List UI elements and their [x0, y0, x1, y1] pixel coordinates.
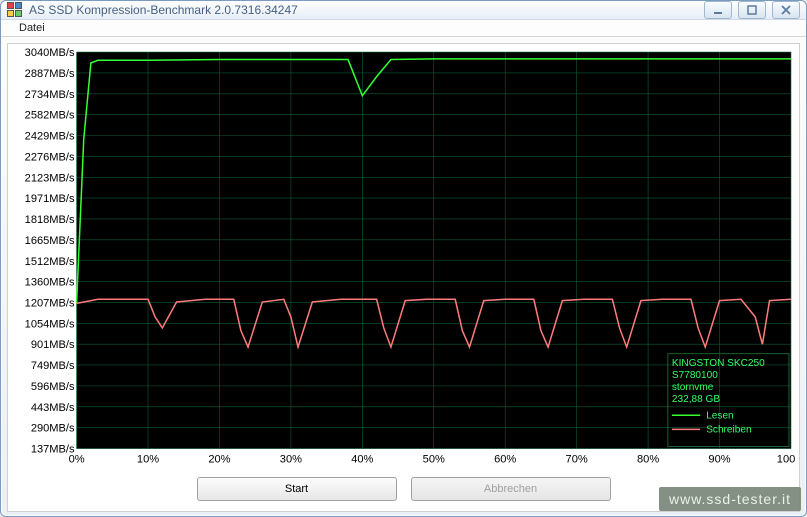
compression-chart: 3040MB/s 2887MB/s 2734MB/s 2582MB/s 2429MB/s…	[12, 48, 795, 467]
svg-text:2123MB/s: 2123MB/s	[25, 172, 75, 184]
svg-text:1360MB/s: 1360MB/s	[25, 277, 75, 289]
svg-text:0%: 0%	[69, 454, 85, 466]
svg-text:50%: 50%	[423, 454, 445, 466]
svg-text:stornvme: stornvme	[672, 382, 714, 393]
svg-text:80%: 80%	[637, 454, 659, 466]
svg-text:2734MB/s: 2734MB/s	[25, 89, 75, 101]
maximize-button[interactable]	[738, 1, 766, 19]
svg-text:2429MB/s: 2429MB/s	[25, 131, 75, 143]
svg-text:232,88 GB: 232,88 GB	[672, 394, 720, 405]
svg-text:40%: 40%	[351, 454, 373, 466]
svg-text:2276MB/s: 2276MB/s	[25, 151, 75, 163]
window-controls	[704, 1, 800, 19]
close-button[interactable]	[772, 1, 800, 19]
start-button[interactable]: Start	[197, 477, 397, 501]
svg-text:443MB/s: 443MB/s	[31, 402, 75, 414]
svg-text:1971MB/s: 1971MB/s	[25, 193, 75, 205]
svg-text:100%: 100%	[777, 454, 795, 466]
svg-text:30%: 30%	[280, 454, 302, 466]
svg-text:70%: 70%	[566, 454, 588, 466]
svg-text:1207MB/s: 1207MB/s	[25, 297, 75, 309]
svg-text:90%: 90%	[708, 454, 730, 466]
minimize-button[interactable]	[704, 1, 732, 19]
svg-text:596MB/s: 596MB/s	[31, 381, 75, 393]
app-window: AS SSD Kompression-Benchmark 2.0.7316.34…	[0, 0, 807, 517]
window-title: AS SSD Kompression-Benchmark 2.0.7316.34…	[29, 3, 704, 17]
menubar: Datei	[1, 20, 806, 37]
svg-text:749MB/s: 749MB/s	[31, 360, 75, 372]
svg-text:20%: 20%	[208, 454, 230, 466]
svg-text:1054MB/s: 1054MB/s	[25, 318, 75, 330]
svg-text:2582MB/s: 2582MB/s	[25, 110, 75, 122]
svg-text:1512MB/s: 1512MB/s	[25, 256, 75, 268]
svg-text:S7780100: S7780100	[672, 370, 718, 381]
svg-text:3040MB/s: 3040MB/s	[25, 48, 75, 59]
watermark: www.ssd-tester.it	[659, 487, 801, 511]
svg-text:KINGSTON SKC250: KINGSTON SKC250	[672, 358, 765, 369]
svg-text:Schreiben: Schreiben	[706, 424, 751, 435]
content-pane: 3040MB/s 2887MB/s 2734MB/s 2582MB/s 2429MB/s…	[7, 43, 800, 512]
menu-file[interactable]: Datei	[11, 20, 53, 36]
svg-text:2887MB/s: 2887MB/s	[25, 68, 75, 80]
titlebar[interactable]: AS SSD Kompression-Benchmark 2.0.7316.34…	[1, 1, 806, 20]
app-icon	[7, 2, 23, 18]
cancel-button[interactable]: Abbrechen	[411, 477, 611, 501]
svg-text:10%: 10%	[137, 454, 159, 466]
svg-text:290MB/s: 290MB/s	[31, 423, 75, 435]
svg-text:1818MB/s: 1818MB/s	[25, 214, 75, 226]
svg-text:1665MB/s: 1665MB/s	[25, 235, 75, 247]
svg-text:60%: 60%	[494, 454, 516, 466]
svg-text:901MB/s: 901MB/s	[31, 339, 75, 351]
svg-text:Lesen: Lesen	[706, 410, 733, 421]
